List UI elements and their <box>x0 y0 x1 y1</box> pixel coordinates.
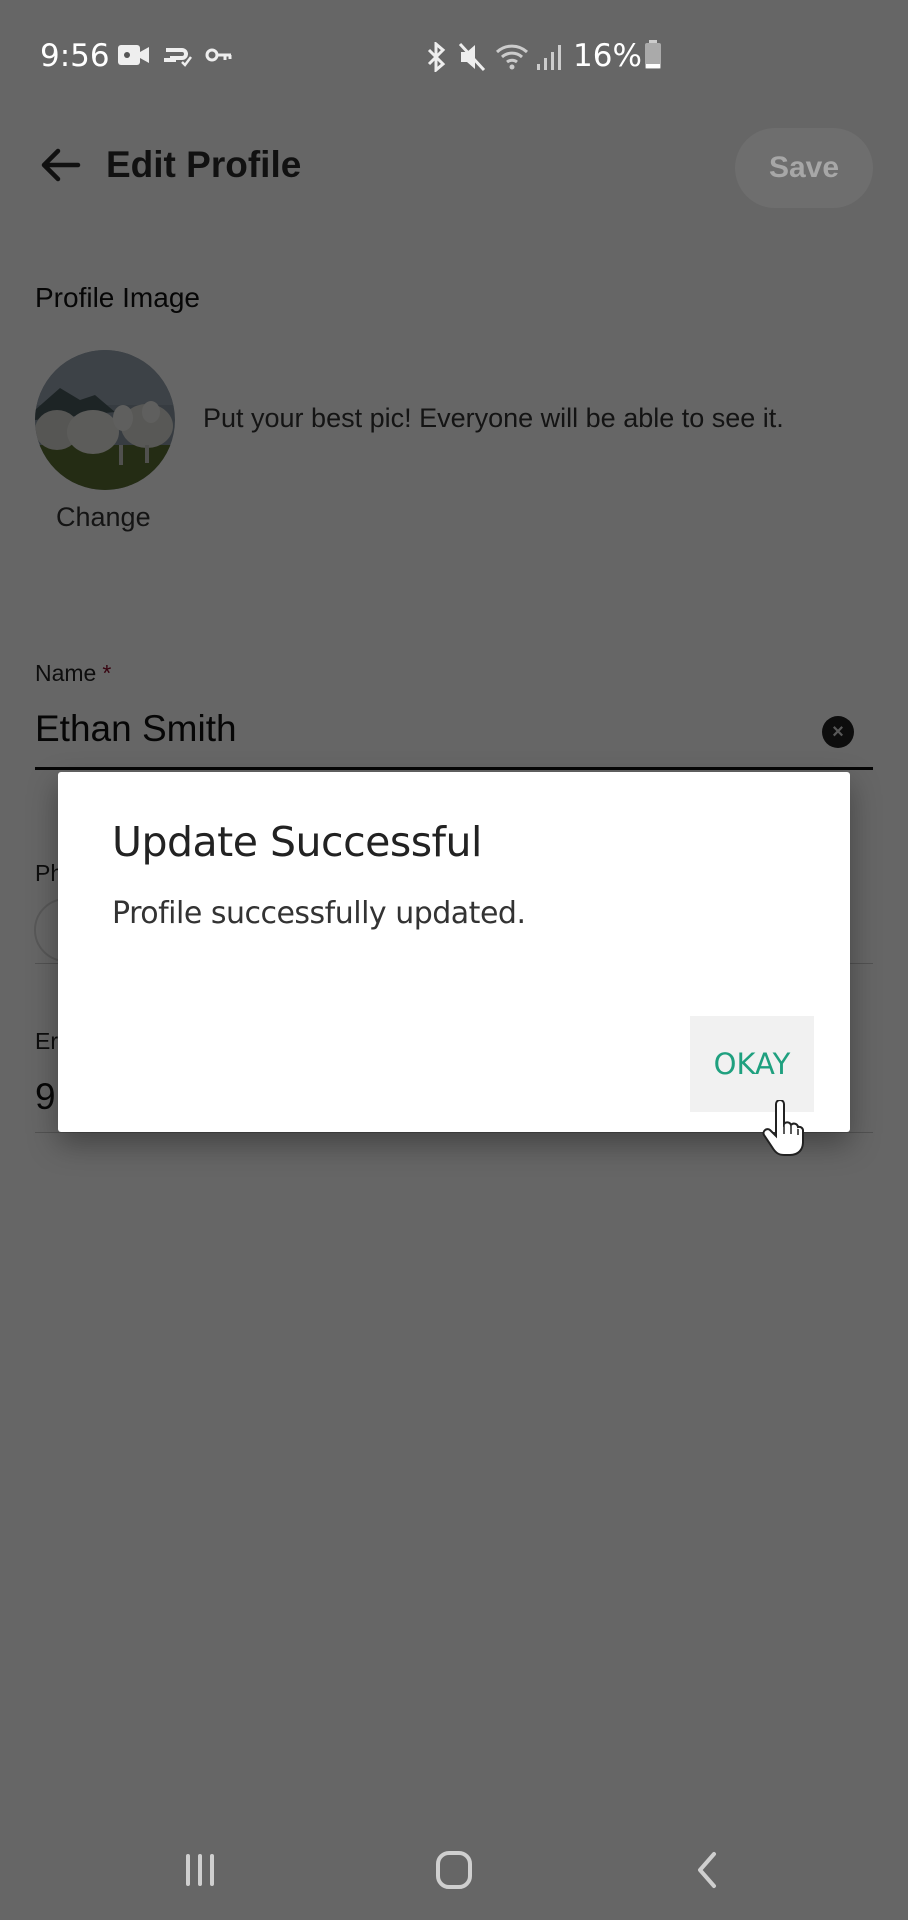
page-title: Edit Profile <box>106 144 302 185</box>
bluetooth-icon <box>424 40 448 74</box>
system-back-button[interactable] <box>673 1840 743 1900</box>
hand-pointer-cursor-icon <box>762 1099 804 1156</box>
battery-percent: 16% <box>573 38 642 74</box>
back-button[interactable] <box>36 140 86 190</box>
update-success-dialog: Update Successful Profile successfully u… <box>58 772 850 1132</box>
mute-icon <box>458 42 486 72</box>
system-nav-bar <box>0 1820 908 1920</box>
home-icon <box>436 1851 472 1889</box>
recents-button[interactable] <box>165 1840 235 1900</box>
back-chevron-icon <box>698 1852 716 1888</box>
status-time: 9:56 <box>40 38 110 74</box>
dialog-title: Update Successful <box>112 818 482 866</box>
arrow-left-icon <box>41 148 81 182</box>
battery-icon <box>644 40 662 69</box>
save-button[interactable]: Save <box>735 128 873 208</box>
recents-icon <box>186 1854 214 1886</box>
okay-button[interactable]: OKAY <box>690 1016 814 1112</box>
dialog-message: Profile successfully updated. <box>112 896 526 931</box>
home-button[interactable] <box>419 1840 489 1900</box>
wifi-icon <box>495 42 529 70</box>
cast-check-icon <box>162 42 194 68</box>
app-bar: Edit Profile Save <box>0 110 908 230</box>
status-bar: 9:56 16% <box>0 0 908 110</box>
video-camera-icon <box>118 42 150 68</box>
vpn-key-icon <box>205 42 233 68</box>
signal-icon <box>535 42 563 70</box>
